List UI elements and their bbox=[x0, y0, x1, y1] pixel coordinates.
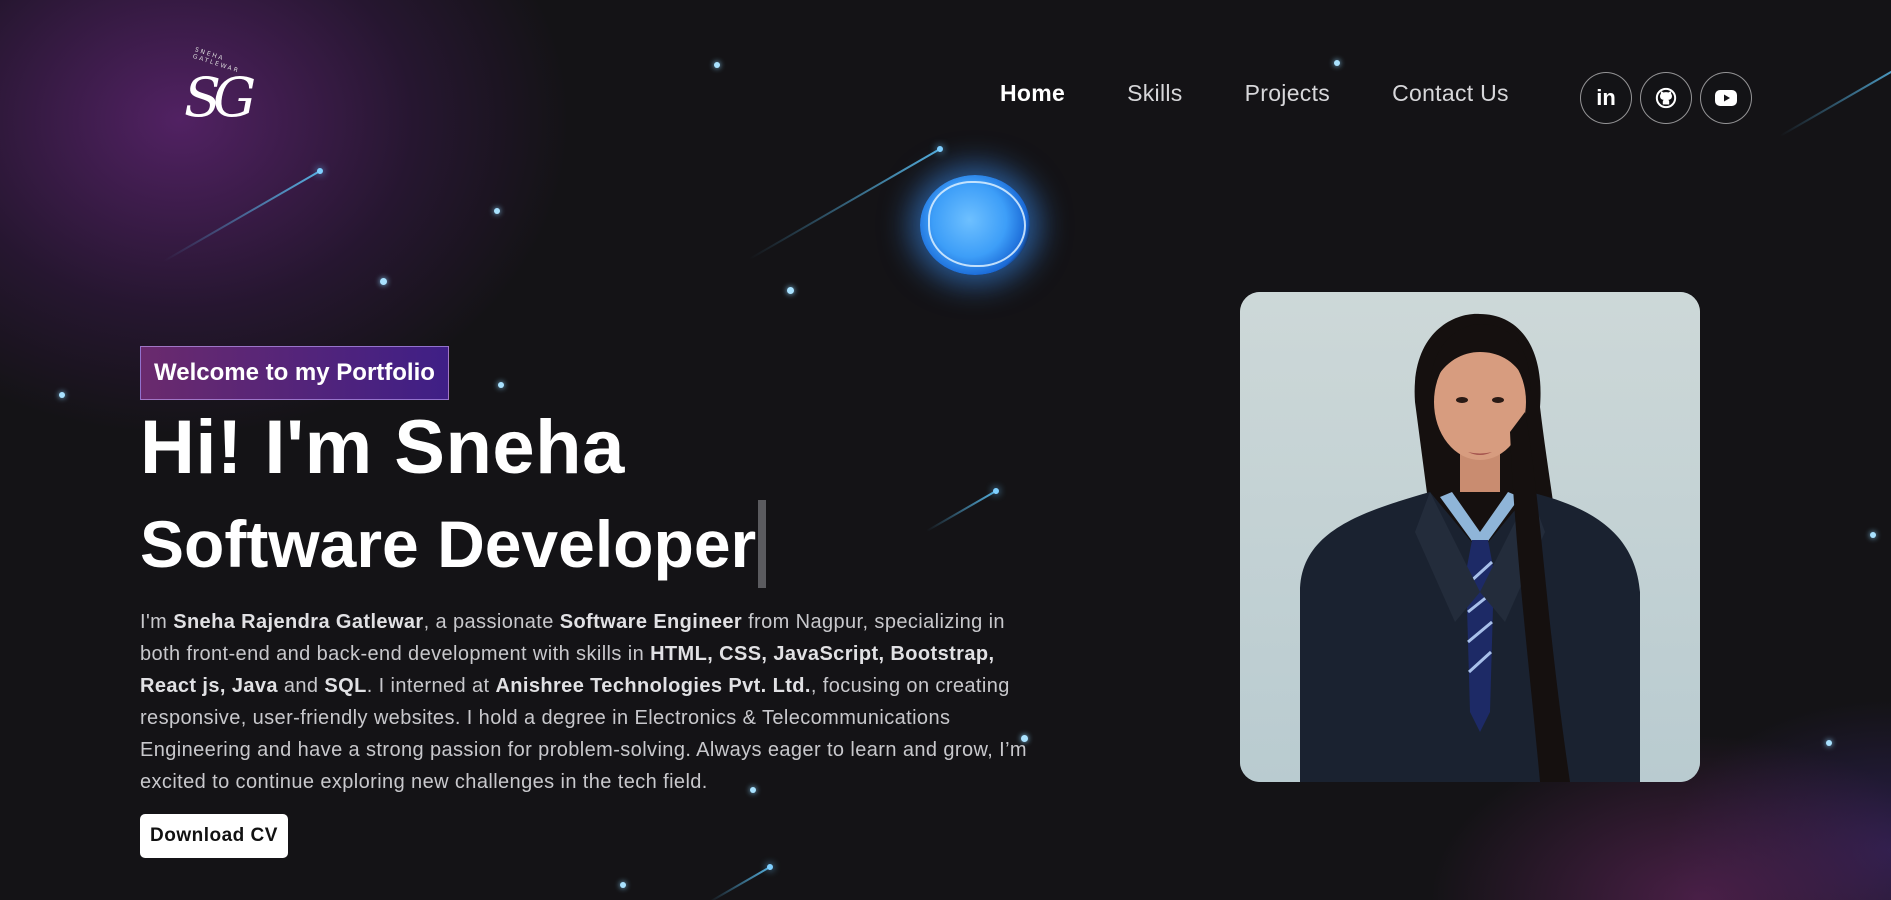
hero-section: Welcome to my Portfolio Hi! I'm Sneha So… bbox=[140, 346, 1040, 858]
bio-text: . I interned at bbox=[366, 675, 496, 697]
site-header: SNEHA GATLEWAR SG Home Skills Projects C… bbox=[0, 0, 1891, 200]
nav-item-home[interactable]: Home bbox=[1000, 80, 1065, 107]
logo-monogram: SG bbox=[184, 66, 256, 129]
bio-name: Sneha Rajendra Gatlewar bbox=[173, 611, 424, 633]
hero-greeting: Hi! I'm Sneha bbox=[140, 405, 625, 490]
profile-photo bbox=[1240, 292, 1700, 782]
bio-text: and bbox=[277, 675, 325, 697]
hero-role-line: Software Developer bbox=[140, 500, 1040, 588]
youtube-icon bbox=[1715, 90, 1737, 106]
social-links: in bbox=[1580, 72, 1752, 124]
bio-text: I'm bbox=[140, 611, 174, 633]
youtube-button[interactable] bbox=[1700, 72, 1752, 124]
bio-company: Anishree Technologies Pvt. Ltd. bbox=[495, 675, 811, 697]
welcome-badge: Welcome to my Portfolio bbox=[140, 346, 449, 400]
profile-portrait-illustration bbox=[1240, 292, 1700, 782]
bio-sql: SQL bbox=[324, 675, 367, 697]
github-icon bbox=[1655, 87, 1677, 109]
typing-cursor bbox=[758, 500, 767, 588]
linkedin-icon: in bbox=[1596, 85, 1616, 110]
bio-title: Software Engineer bbox=[559, 611, 743, 633]
linkedin-button[interactable]: in bbox=[1580, 72, 1632, 124]
logo[interactable]: SNEHA GATLEWAR SG bbox=[178, 46, 270, 146]
bio-text: , a passionate bbox=[423, 611, 560, 633]
nav-item-projects[interactable]: Projects bbox=[1245, 80, 1330, 107]
nav-item-skills[interactable]: Skills bbox=[1127, 80, 1182, 107]
github-button[interactable] bbox=[1640, 72, 1692, 124]
main-nav: Home Skills Projects Contact Us bbox=[1000, 80, 1571, 107]
hero-role: Software Developer bbox=[140, 507, 757, 581]
nav-item-contact-us[interactable]: Contact Us bbox=[1392, 80, 1509, 107]
hero-bio: I'm Sneha Rajendra Gatlewar, a passionat… bbox=[140, 606, 1040, 798]
download-cv-button[interactable]: Download CV bbox=[140, 814, 288, 858]
